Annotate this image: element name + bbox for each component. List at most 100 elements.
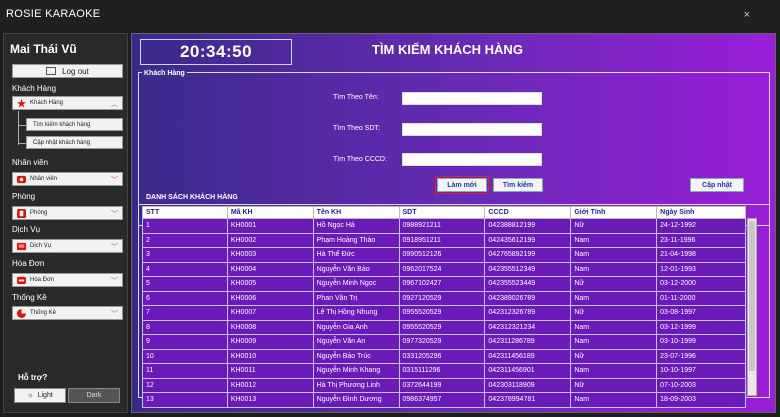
table-cell: 0955520529	[398, 305, 486, 321]
column-header[interactable]: STT	[142, 206, 228, 219]
table-row[interactable]: 7 KH0007 Lê Thị Hồng Nhung 0955520529 042312…	[142, 305, 746, 321]
invoice-dropdown-label: Hóa Đơn	[30, 277, 55, 283]
update-button[interactable]: Cập nhật	[690, 178, 744, 192]
room-icon	[17, 208, 26, 218]
table-cell: 24-12-1992	[656, 218, 746, 234]
table-cell: KH0004	[226, 261, 314, 277]
service-icon	[17, 242, 26, 250]
table-row[interactable]: 6 KH0006 Phan Văn Trị 0927120529 04238902678…	[142, 290, 746, 306]
table-scrollbar[interactable]	[747, 218, 757, 396]
column-header[interactable]: Ngày Sinh	[656, 206, 746, 219]
customer-dropdown[interactable]: Khách Hàng ︿	[12, 96, 123, 110]
staff-icon	[17, 175, 26, 183]
light-theme-button[interactable]: ☼ Light	[14, 388, 66, 403]
table-row[interactable]: 1 KH0001 Hồ Ngọc Hà 0988921211 042388812199 N…	[142, 218, 746, 234]
table-cell: Nữ	[570, 377, 658, 393]
table-cell: 0918951211	[398, 232, 486, 248]
column-header[interactable]: Giới Tính	[570, 206, 658, 219]
table-cell: Nữ	[570, 305, 658, 321]
id-search-input[interactable]	[402, 153, 542, 166]
table-cell: 13	[142, 392, 228, 408]
table-row[interactable]: 10 KH0010 Nguyễn Bảo Trúc 0331205296 0423114…	[142, 348, 746, 364]
phone-search-input[interactable]	[402, 123, 542, 136]
table-cell: KH0007	[226, 305, 314, 321]
room-dropdown[interactable]: Phòng ﹀	[12, 206, 123, 220]
dark-theme-button[interactable]: Dark	[68, 388, 120, 403]
table-row[interactable]: 11 KH0011 Nguyễn Minh Khang 0315111296 04231…	[142, 363, 746, 379]
staff-dropdown[interactable]: Nhân viên ﹀	[12, 172, 123, 186]
table-cell: 23-11-1996	[656, 232, 746, 248]
table-row[interactable]: 3 KH0003 Hà Thế Đức 0990512126 042765892199 N…	[142, 247, 746, 263]
table-row[interactable]: 2 KH0002 Phạm Hoàng Thảo 0918951211 04243561…	[142, 232, 746, 248]
table-row[interactable]: 4 KH0004 Nguyễn Văn Bảo 0962017524 042355512…	[142, 261, 746, 277]
app-window: ROSIE KARAOKE × Mai Thái Vũ Log out Khác…	[0, 0, 780, 417]
table-row[interactable]: 9 KH0009 Nguyễn Văn An 0977320529 0423112867…	[142, 334, 746, 350]
page-title: TÌM KIẾM KHÁCH HÀNG	[372, 42, 523, 57]
name-search-input[interactable]	[402, 92, 542, 105]
table-cell: 042765892199	[484, 247, 572, 263]
table-cell: 0988921211	[398, 218, 486, 234]
column-header[interactable]: Tên KH	[312, 206, 400, 219]
name-label: Tìm Theo Tên:	[333, 94, 379, 101]
table-cell: 042389026789	[484, 290, 572, 306]
table-cell: KH0010	[226, 348, 314, 364]
table-cell: 23-07-1996	[656, 348, 746, 364]
customer-dropdown-label: Khách Hàng	[30, 100, 64, 106]
table-cell: 5	[142, 276, 228, 292]
invoice-dropdown[interactable]: Hóa Đơn ﹀	[12, 273, 123, 287]
table-cell: 042388812199	[484, 218, 572, 234]
clock: 20:34:50	[140, 39, 292, 65]
search-button[interactable]: Tìm kiếm	[493, 178, 543, 192]
table-row[interactable]: 8 KH0008 Nguyễn Gia Anh 0955520529 042312321…	[142, 319, 746, 335]
table-cell: Nam	[570, 319, 658, 335]
service-dropdown[interactable]: Dịch Vụ ﹀	[12, 239, 123, 253]
table-cell: 042311286789	[484, 334, 572, 350]
table-cell: KH0003	[226, 247, 314, 263]
column-header[interactable]: Mã KH	[226, 206, 314, 219]
form-legend: Khách Hàng	[142, 70, 187, 77]
table-cell: Nam	[570, 290, 658, 306]
table-cell: 0331205296	[398, 348, 486, 364]
help-label: Hỗ trợ?	[18, 373, 48, 382]
table-header-row: STT Mã KH Tên KH SDT CCCD Giới Tính Ngày…	[142, 206, 746, 219]
column-header[interactable]: CCCD	[484, 206, 572, 219]
table-row[interactable]: 5 KH0005 Nguyễn Minh Ngọc 0967102427 0423555…	[142, 276, 746, 292]
table-cell: Nữ	[570, 218, 658, 234]
table-cell: 0315111296	[398, 363, 486, 379]
table-cell: Phan Văn Trị	[312, 290, 400, 306]
table-cell: 21-04-1998	[656, 247, 746, 263]
table-cell: 0372644199	[398, 377, 486, 393]
table-cell: Phạm Hoàng Thảo	[312, 232, 400, 248]
table-row[interactable]: 13 KH0013 Nguyễn Đình Dương 0986374957 04237…	[142, 392, 746, 408]
title-bar: ROSIE KARAOKE ×	[0, 0, 780, 30]
table-cell: 9	[142, 334, 228, 350]
table-cell: 7	[142, 305, 228, 321]
close-icon[interactable]: ×	[744, 9, 750, 21]
stats-dropdown[interactable]: Thống Kê ﹀	[12, 306, 123, 320]
table-cell: Nguyễn Đình Dương	[312, 392, 400, 408]
table-cell: Nam	[570, 232, 658, 248]
star-icon	[17, 98, 26, 108]
refresh-button[interactable]: Làm mới	[435, 176, 489, 194]
table-cell: 042312326789	[484, 305, 572, 321]
table-cell: 042303118909	[484, 377, 572, 393]
logout-button[interactable]: Log out	[12, 64, 123, 78]
section-invoice: Hóa Đơn	[12, 259, 45, 268]
column-header[interactable]: SDT	[398, 206, 486, 219]
chevron-down-icon: ﹀	[111, 278, 118, 285]
menu-item-search-customer[interactable]: Tìm kiếm khách hàng	[26, 118, 123, 131]
table-cell: 0955520529	[398, 319, 486, 335]
table-row[interactable]: 12 KH0012 Hà Thị Phương Linh 0372644199 0423…	[142, 377, 746, 393]
table-cell: 0962017524	[398, 261, 486, 277]
table-cell: 042311456901	[484, 363, 572, 379]
table-cell: 0977320529	[398, 334, 486, 350]
section-customer: Khách Hàng	[12, 84, 57, 93]
stats-dropdown-label: Thống Kê	[30, 310, 57, 316]
chevron-down-icon: ﹀	[111, 211, 118, 218]
menu-item-update-customer[interactable]: Cập nhật khách hàng	[26, 136, 123, 149]
logout-icon	[46, 67, 57, 75]
chevron-down-icon: ﹀	[111, 244, 118, 251]
section-room: Phòng	[12, 192, 36, 201]
dark-theme-label: Dark	[86, 392, 102, 399]
scroll-thumb[interactable]	[749, 221, 755, 371]
